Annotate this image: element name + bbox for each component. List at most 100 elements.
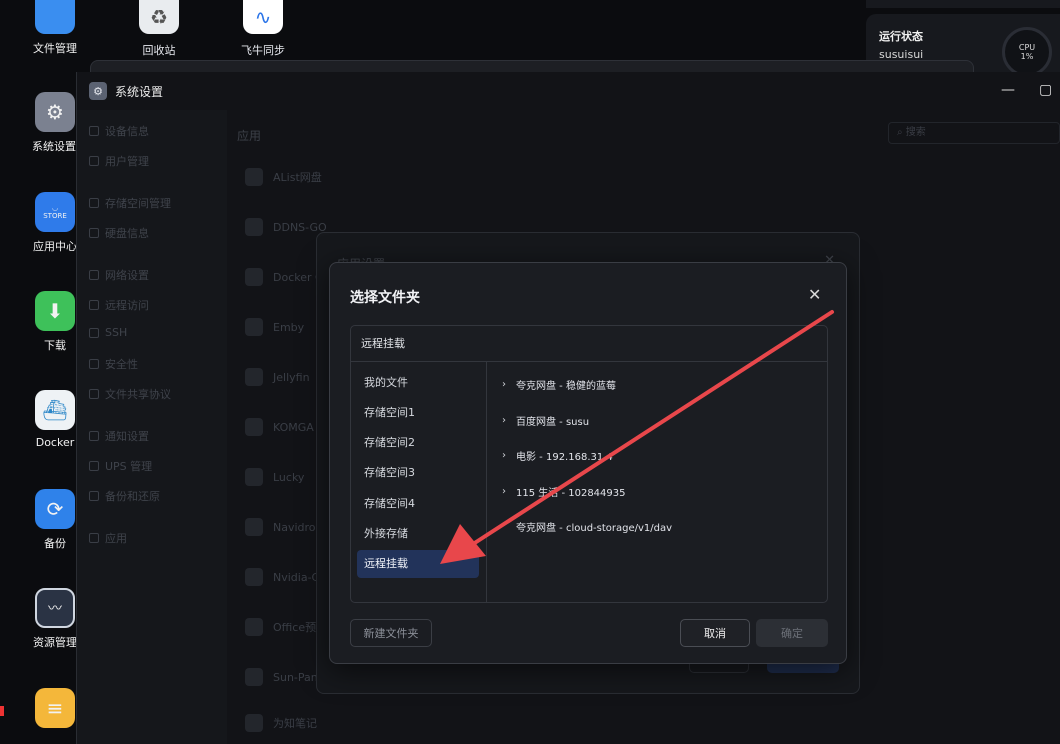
window-title: 系统设置 — [115, 84, 164, 99]
app-label: Office预 — [273, 621, 317, 634]
sidebar-item-disk[interactable]: 硬盘信息 — [89, 225, 149, 241]
list-item-label: 夸克网盘 - cloud-storage/v1/dav — [516, 522, 673, 534]
app-row[interactable]: Sun-Pan — [245, 668, 318, 686]
app-row[interactable]: KOMGA — [245, 418, 314, 436]
app-icon — [245, 468, 263, 486]
app-icon — [245, 418, 263, 436]
app-label: Emby — [273, 320, 305, 334]
list-item-label: 百度网盘 - susu — [516, 416, 590, 428]
window-titlebar: ⚙ 系统设置 — [77, 72, 1060, 110]
app-icon — [245, 668, 263, 686]
desktop-label: 飞牛同步 — [241, 44, 285, 57]
share-icon — [89, 389, 99, 399]
search-placeholder: 搜索 — [905, 127, 926, 138]
cpu-value: 1% — [1020, 52, 1034, 61]
app-icon — [245, 568, 263, 586]
tree-item-storage-2[interactable]: 存储空间2 — [357, 429, 479, 457]
app-label: Navidro — [273, 520, 316, 534]
tree-item-storage-4[interactable]: 存储空间4 — [357, 490, 479, 518]
tree-item-remote-mount[interactable]: 远程挂载 — [357, 550, 479, 578]
close-icon[interactable]: ✕ — [808, 285, 821, 304]
chevron-right-icon: › — [502, 449, 506, 461]
list-item[interactable]: › 电影 - 192.168.31.4 — [502, 445, 613, 465]
sidebar-item-users[interactable]: 用户管理 — [89, 153, 149, 169]
sidebar-item-notifications[interactable]: 通知设置 — [89, 428, 149, 444]
cancel-button[interactable]: 取消 — [680, 619, 750, 647]
app-search-input[interactable]: ⌕ 搜索 — [888, 122, 1060, 144]
folder-browser: 远程挂载 我的文件 存储空间1 存储空间2 存储空间3 存储空间4 外接存储 远… — [350, 325, 828, 603]
sidebar-label: 用户管理 — [105, 155, 149, 168]
app-label: KOMGA — [273, 420, 314, 434]
app-row[interactable]: 为知笔记 — [245, 714, 317, 732]
app-icon — [245, 714, 263, 732]
app-label: Lucky — [273, 470, 305, 484]
app-row[interactable]: Jellyfin — [245, 368, 310, 386]
sidebar-item-device-info[interactable]: 设备信息 — [89, 123, 149, 139]
bell-icon — [89, 431, 99, 441]
backup-icon: ⟳ — [35, 489, 75, 529]
sidebar-label: 安全性 — [105, 358, 138, 371]
desktop-recycle-bin[interactable]: ♻ 回收站 — [114, 0, 204, 58]
minimize-button[interactable]: — — [1001, 82, 1015, 98]
status-widget-top — [866, 0, 1060, 8]
sidebar-item-network[interactable]: 网络设置 — [89, 267, 149, 283]
list-item[interactable]: › 115 生活 - 102844935 — [502, 481, 626, 501]
sidebar-item-remote-access[interactable]: 远程访问 — [89, 297, 149, 313]
app-row[interactable]: AList网盘 — [245, 168, 322, 186]
app-row[interactable]: Emby — [245, 318, 304, 336]
maximize-button[interactable]: ▢ — [1039, 82, 1052, 98]
sidebar-label: 网络设置 — [105, 269, 149, 282]
chevron-right-icon: › — [502, 414, 506, 426]
app-icon — [245, 518, 263, 536]
list-item[interactable]: 夸克网盘 - cloud-storage/v1/dav — [502, 516, 672, 536]
sidebar-label: 存储空间管理 — [105, 197, 171, 210]
sidebar-label: 硬盘信息 — [105, 227, 149, 240]
tree-item-external-storage[interactable]: 外接存储 — [357, 520, 479, 548]
desktop-label: 回收站 — [142, 44, 176, 57]
dialog-title: 选择文件夹 — [350, 290, 420, 306]
desktop-label: 文件管理 — [33, 42, 77, 55]
tree-item-storage-3[interactable]: 存储空间3 — [357, 459, 479, 487]
app-icon — [245, 168, 263, 186]
desktop-file-manager[interactable]: 文件管理 — [0, 0, 110, 56]
app-row[interactable]: Navidro — [245, 518, 316, 536]
power-icon — [89, 461, 99, 471]
current-location: 远程挂载 — [351, 326, 827, 362]
status-title: 运行状态 — [879, 30, 923, 43]
store-icon: ◡ STORE — [35, 192, 75, 232]
sidebar-label: 备份和还原 — [105, 490, 160, 503]
sidebar-item-ssh[interactable]: SSH — [89, 326, 127, 339]
new-folder-button[interactable]: 新建文件夹 — [350, 619, 432, 647]
app-row[interactable]: DDNS-GO — [245, 218, 327, 236]
sidebar-item-ups[interactable]: UPS 管理 — [89, 458, 152, 474]
list-item-label: 115 生活 - 102844935 — [516, 487, 626, 499]
app-row[interactable]: Office预 — [245, 618, 316, 636]
tree-item-storage-1[interactable]: 存储空间1 — [357, 399, 479, 427]
select-folder-dialog: 选择文件夹 ✕ 远程挂载 我的文件 存储空间1 存储空间2 存储空间3 存储空间… — [329, 262, 847, 664]
remote-icon — [89, 300, 99, 310]
apps-icon — [89, 533, 99, 543]
main-heading: 应用 — [237, 129, 262, 143]
app-label: Sun-Pan — [273, 670, 318, 684]
list-item[interactable]: › 百度网盘 - susu — [502, 410, 589, 430]
sidebar-label: 文件共享协议 — [105, 388, 171, 401]
sidebar-item-file-sharing[interactable]: 文件共享协议 — [89, 386, 171, 402]
tree-item-my-files[interactable]: 我的文件 — [357, 369, 479, 397]
sidebar-item-apps[interactable]: 应用 — [89, 530, 127, 546]
app-label: Jellyfin — [273, 370, 310, 384]
desktop-sync[interactable]: ∿ 飞牛同步 — [218, 0, 308, 58]
sidebar-label: UPS 管理 — [105, 460, 153, 473]
app-row[interactable]: Nvidia-C — [245, 568, 319, 586]
sidebar-item-security[interactable]: 安全性 — [89, 356, 138, 372]
list-item[interactable]: › 夸克网盘 - 稳健的蓝莓 — [502, 374, 616, 394]
docker-icon: ⛴ — [35, 390, 75, 430]
app-row[interactable]: Docker C — [245, 268, 323, 286]
list-icon: ≡ — [35, 688, 75, 728]
sidebar-label: 应用 — [105, 532, 127, 545]
app-row[interactable]: Lucky — [245, 468, 304, 486]
sidebar-label: 远程访问 — [105, 299, 149, 312]
confirm-button[interactable]: 确定 — [756, 619, 828, 647]
sidebar-item-backup-restore[interactable]: 备份和还原 — [89, 488, 160, 504]
sidebar-item-storage[interactable]: 存储空间管理 — [89, 195, 171, 211]
sync-icon: ∿ — [243, 0, 283, 34]
